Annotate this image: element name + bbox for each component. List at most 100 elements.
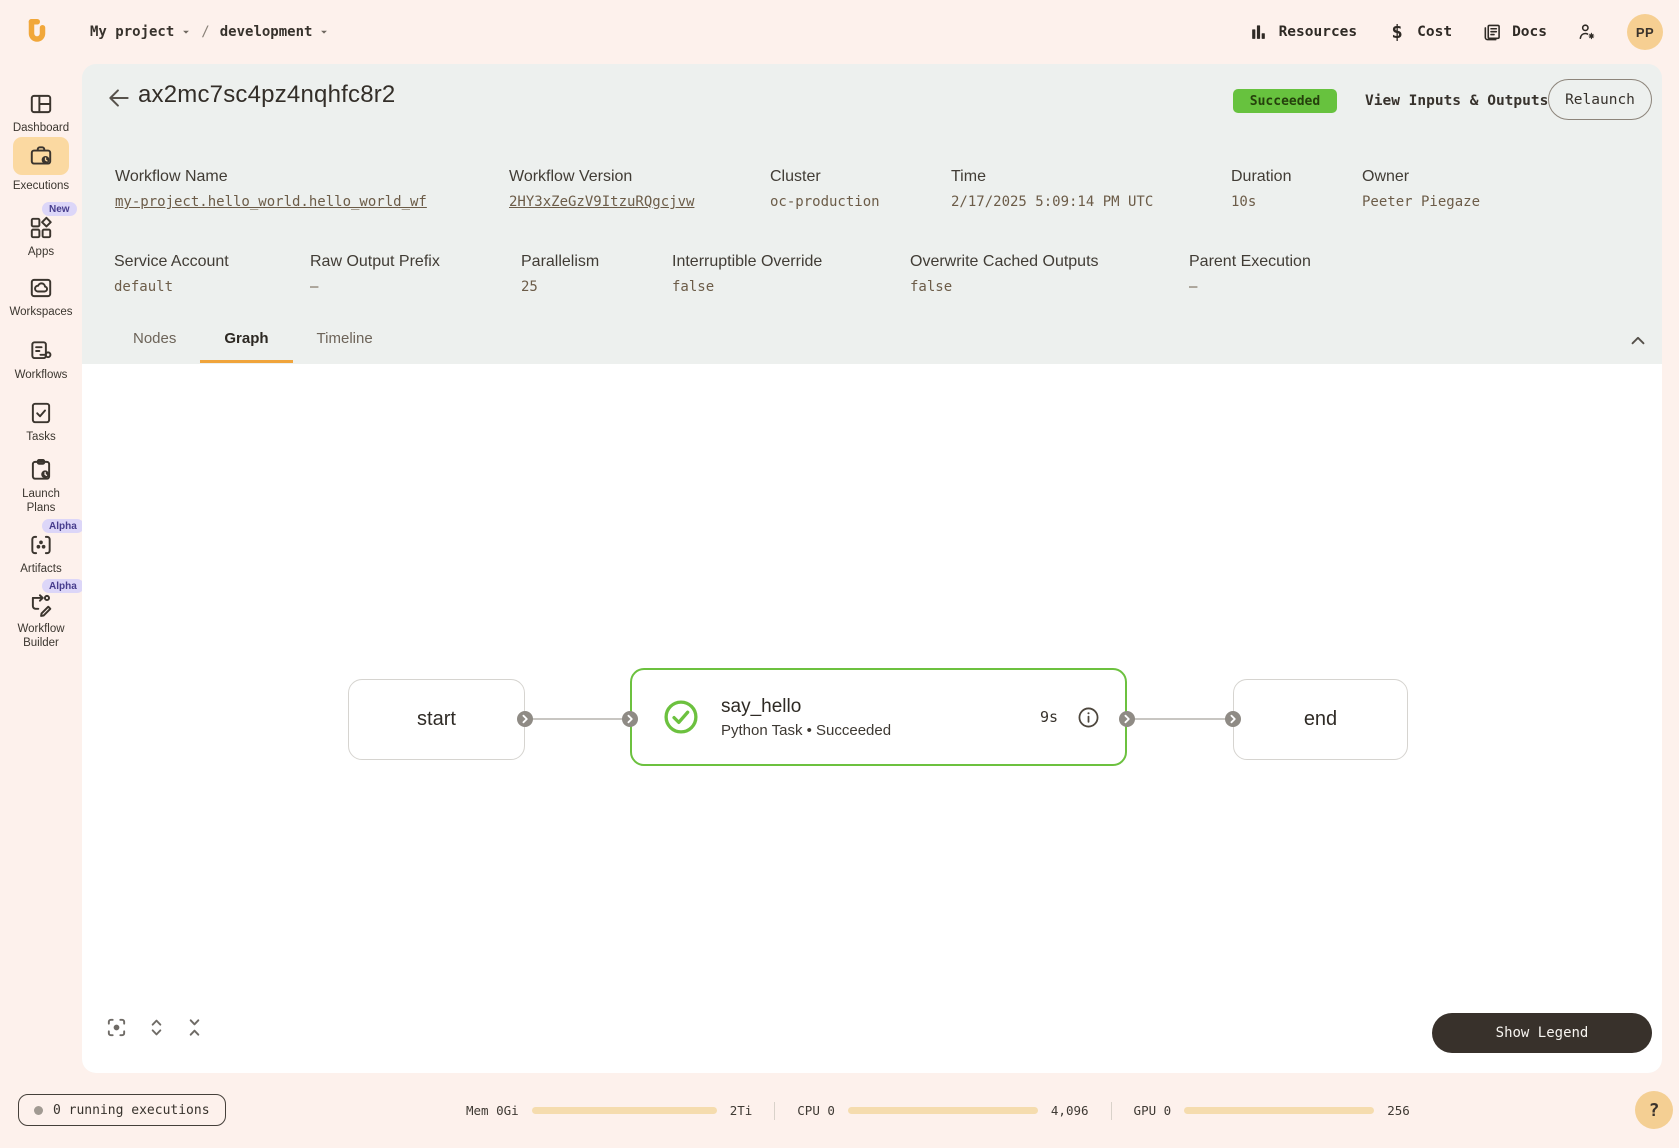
info-icon[interactable] xyxy=(1076,705,1101,730)
graph-node-say-hello[interactable]: say_hello Python Task • Succeeded 9s xyxy=(630,668,1127,766)
edge-arrow-icon xyxy=(1225,711,1241,727)
sidebar-label-workspaces: Workspaces xyxy=(9,306,72,320)
sidebar-item-launch-plans[interactable]: Launch Plans xyxy=(0,457,82,516)
collapse-vertical-icon[interactable] xyxy=(183,1016,206,1039)
breadcrumb: My project / development xyxy=(90,24,329,40)
sidebar-label-workflows: Workflows xyxy=(15,369,68,383)
sidebar-label-apps: Apps xyxy=(28,246,54,260)
tab-graph[interactable]: Graph xyxy=(200,318,292,363)
sidebar-item-workspaces[interactable]: Workspaces xyxy=(0,275,82,320)
view-tabs: Nodes Graph Timeline xyxy=(109,318,397,363)
graph-canvas[interactable]: start say_hello Python Task • Succeeded … xyxy=(82,364,1662,1073)
meta-interruptible-override: Interruptible Override false xyxy=(672,253,822,295)
union-logo[interactable] xyxy=(22,17,52,47)
meta-label: Time xyxy=(951,168,1153,186)
status-bar: 0 running executions Mem 0Gi 2Ti CPU 0 4… xyxy=(0,1073,1679,1148)
task-text: say_hello Python Task • Succeeded xyxy=(721,696,1040,739)
resources-label: Resources xyxy=(1279,24,1358,40)
bar-chart-icon xyxy=(1249,22,1269,42)
docs-nav[interactable]: Docs xyxy=(1482,22,1547,42)
alpha-badge: Alpha xyxy=(42,519,84,533)
breadcrumb-domain[interactable]: development xyxy=(220,24,330,40)
chevron-down-icon xyxy=(181,27,191,37)
gpu-meter-max: 256 xyxy=(1387,1103,1410,1118)
gpu-meter-label: GPU 0 xyxy=(1134,1103,1172,1118)
dollar-icon: $ xyxy=(1387,22,1407,42)
alpha-badge: Alpha xyxy=(42,579,84,593)
meta-duration: Duration 10s xyxy=(1231,168,1291,210)
breadcrumb-project[interactable]: My project xyxy=(90,24,191,40)
cpu-meter: CPU 0 4,096 xyxy=(797,1103,1088,1118)
sidebar-item-workflow-builder[interactable]: Alpha Workflow Builder xyxy=(0,592,82,651)
status-badge: Succeeded xyxy=(1233,89,1337,113)
meta-value: – xyxy=(1189,279,1311,295)
breadcrumb-separator: / xyxy=(201,24,209,40)
meta-service-account: Service Account default xyxy=(114,253,229,295)
graph-edge xyxy=(1127,718,1233,720)
launch-plans-icon xyxy=(28,457,54,483)
tab-nodes[interactable]: Nodes xyxy=(109,318,200,363)
cost-nav[interactable]: $ Cost xyxy=(1387,22,1452,42)
sidebar-item-tasks[interactable]: Tasks xyxy=(0,400,82,445)
view-inputs-outputs-link[interactable]: View Inputs & Outputs xyxy=(1365,93,1548,109)
meter-separator xyxy=(1111,1102,1112,1120)
edge-arrow-icon xyxy=(622,711,638,727)
meta-label: Interruptible Override xyxy=(672,253,822,271)
tab-timeline[interactable]: Timeline xyxy=(293,318,397,363)
gpu-meter-bar xyxy=(1184,1107,1374,1114)
page-title: ax2mc7sc4pz4nqhfc8r2 xyxy=(138,81,395,109)
cpu-meter-max: 4,096 xyxy=(1051,1103,1089,1118)
meta-value: false xyxy=(910,279,1099,295)
meta-overwrite-cached-outputs: Overwrite Cached Outputs false xyxy=(910,253,1099,295)
workflow-version-link[interactable]: 2HY3xZeGzV9ItzuRQgcjvw xyxy=(509,194,694,210)
running-executions-pill[interactable]: 0 running executions xyxy=(18,1094,226,1126)
sidebar-label-launch-plans: Tasks xyxy=(26,431,55,445)
meta-label: Parent Execution xyxy=(1189,253,1311,271)
meta-value: false xyxy=(672,279,822,295)
task-duration: 9s xyxy=(1040,708,1058,726)
meta-label: Workflow Version xyxy=(509,168,694,186)
graph-node-end[interactable]: end xyxy=(1233,679,1408,760)
meta-label: Raw Output Prefix xyxy=(310,253,440,271)
chevron-up-icon[interactable] xyxy=(1627,330,1649,352)
meta-value: default xyxy=(114,279,229,295)
resource-meters: Mem 0Gi 2Ti CPU 0 4,096 GPU 0 256 xyxy=(466,1073,1410,1148)
tasks-icon xyxy=(28,400,54,426)
center-view-icon[interactable] xyxy=(105,1016,128,1039)
avatar[interactable]: PP xyxy=(1627,14,1663,50)
expand-vertical-icon[interactable] xyxy=(145,1016,168,1039)
apps-icon xyxy=(28,215,54,241)
edge-arrow-icon xyxy=(517,711,533,727)
back-arrow-icon[interactable] xyxy=(106,85,132,111)
topnav: Resources $ Cost Docs xyxy=(1249,14,1663,50)
sidebar-item-executions[interactable]: Executions xyxy=(0,137,82,194)
relaunch-button[interactable]: Relaunch xyxy=(1548,79,1652,120)
sidebar-label-artifacts: Artifacts xyxy=(20,563,62,577)
workflow-builder-icon xyxy=(28,592,54,618)
workspaces-icon xyxy=(28,275,54,301)
end-node-label: end xyxy=(1304,708,1337,731)
memory-meter: Mem 0Gi 2Ti xyxy=(466,1103,752,1118)
meta-time: Time 2/17/2025 5:09:14 PM UTC xyxy=(951,168,1153,210)
user-settings-nav[interactable] xyxy=(1577,22,1597,42)
workflow-name-link[interactable]: my-project.hello_world.hello_world_wf xyxy=(115,194,427,210)
sidebar-item-artifacts[interactable]: Alpha Artifacts xyxy=(0,532,82,577)
memory-meter-label: Mem 0Gi xyxy=(466,1103,519,1118)
running-executions-label: 0 running executions xyxy=(53,1103,210,1118)
graph-node-start[interactable]: start xyxy=(348,679,525,760)
topbar: My project / development Reso xyxy=(0,0,1679,64)
meta-raw-output-prefix: Raw Output Prefix – xyxy=(310,253,440,295)
show-legend-button[interactable]: Show Legend xyxy=(1432,1013,1652,1053)
breadcrumb-project-label: My project xyxy=(90,24,174,40)
resources-nav[interactable]: Resources xyxy=(1249,22,1358,42)
help-button[interactable]: ? xyxy=(1635,1091,1673,1129)
chevron-down-icon xyxy=(319,27,329,37)
dashboard-icon xyxy=(28,91,54,117)
meta-label: Service Account xyxy=(114,253,229,271)
sidebar-item-dashboard[interactable]: Dashboard xyxy=(0,91,82,136)
sidebar-item-workflows[interactable]: Workflows xyxy=(0,338,82,383)
sidebar-item-apps[interactable]: New Apps xyxy=(0,215,82,260)
meta-workflow-name: Workflow Name my-project.hello_world.hel… xyxy=(115,168,427,210)
meta-label: Workflow Name xyxy=(115,168,427,186)
meta-value: oc-production xyxy=(770,194,880,210)
